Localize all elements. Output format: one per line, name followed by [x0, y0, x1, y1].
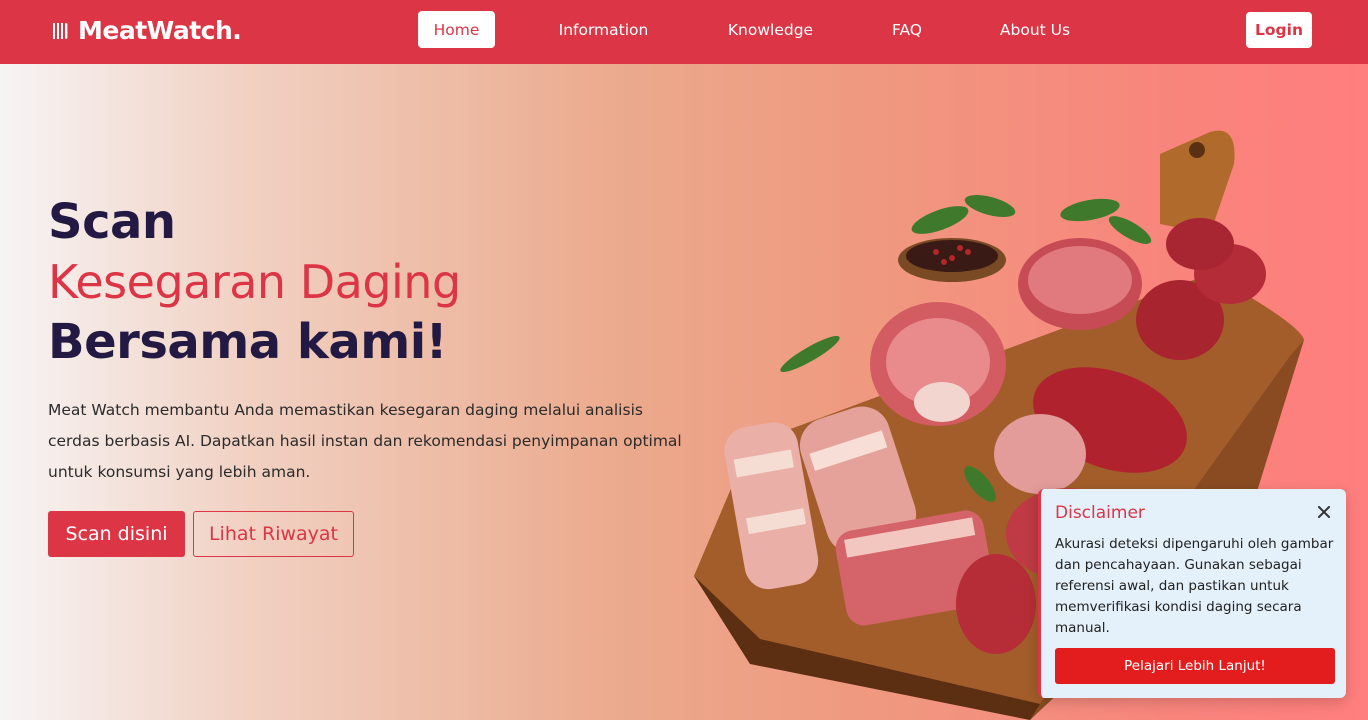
- disclaimer-popup: Disclaimer Akurasi deteksi dipengaruhi o…: [1038, 489, 1346, 698]
- history-button[interactable]: Lihat Riwayat: [193, 511, 354, 557]
- brand-name: MeatWatch.: [78, 16, 242, 45]
- login-button[interactable]: Login: [1246, 12, 1312, 48]
- hero-title: Scan Kesegaran Daging Bersama kami!: [48, 192, 461, 372]
- nav-information[interactable]: Information: [558, 11, 649, 48]
- hero-description: Meat Watch membantu Anda memastikan kese…: [48, 401, 682, 481]
- nav-about-us[interactable]: About Us: [1000, 11, 1070, 48]
- nav-menu: Home Information Knowledge FAQ About Us: [418, 11, 1070, 48]
- nav-home[interactable]: Home: [418, 11, 495, 48]
- disclaimer-body: Akurasi deteksi dipengaruhi oleh gambar …: [1055, 536, 1334, 636]
- scan-button[interactable]: Scan disini: [48, 511, 185, 557]
- page: MeatWatch. Home Information Knowledge FA…: [0, 0, 1368, 720]
- nav-knowledge[interactable]: Knowledge: [727, 11, 814, 48]
- brand-logo[interactable]: MeatWatch.: [52, 16, 242, 45]
- utensils-icon: [52, 21, 70, 41]
- hero-title-line1: Scan: [48, 194, 176, 250]
- hero-title-highlight: Kesegaran Daging: [48, 255, 461, 309]
- nav-faq[interactable]: FAQ: [891, 11, 923, 48]
- learn-more-button[interactable]: Pelajari Lebih Lanjut!: [1055, 648, 1335, 684]
- hero-title-line3: Bersama kami!: [48, 314, 448, 370]
- close-icon[interactable]: [1314, 502, 1334, 522]
- navbar: MeatWatch. Home Information Knowledge FA…: [0, 0, 1368, 64]
- disclaimer-title: Disclaimer: [1055, 503, 1145, 523]
